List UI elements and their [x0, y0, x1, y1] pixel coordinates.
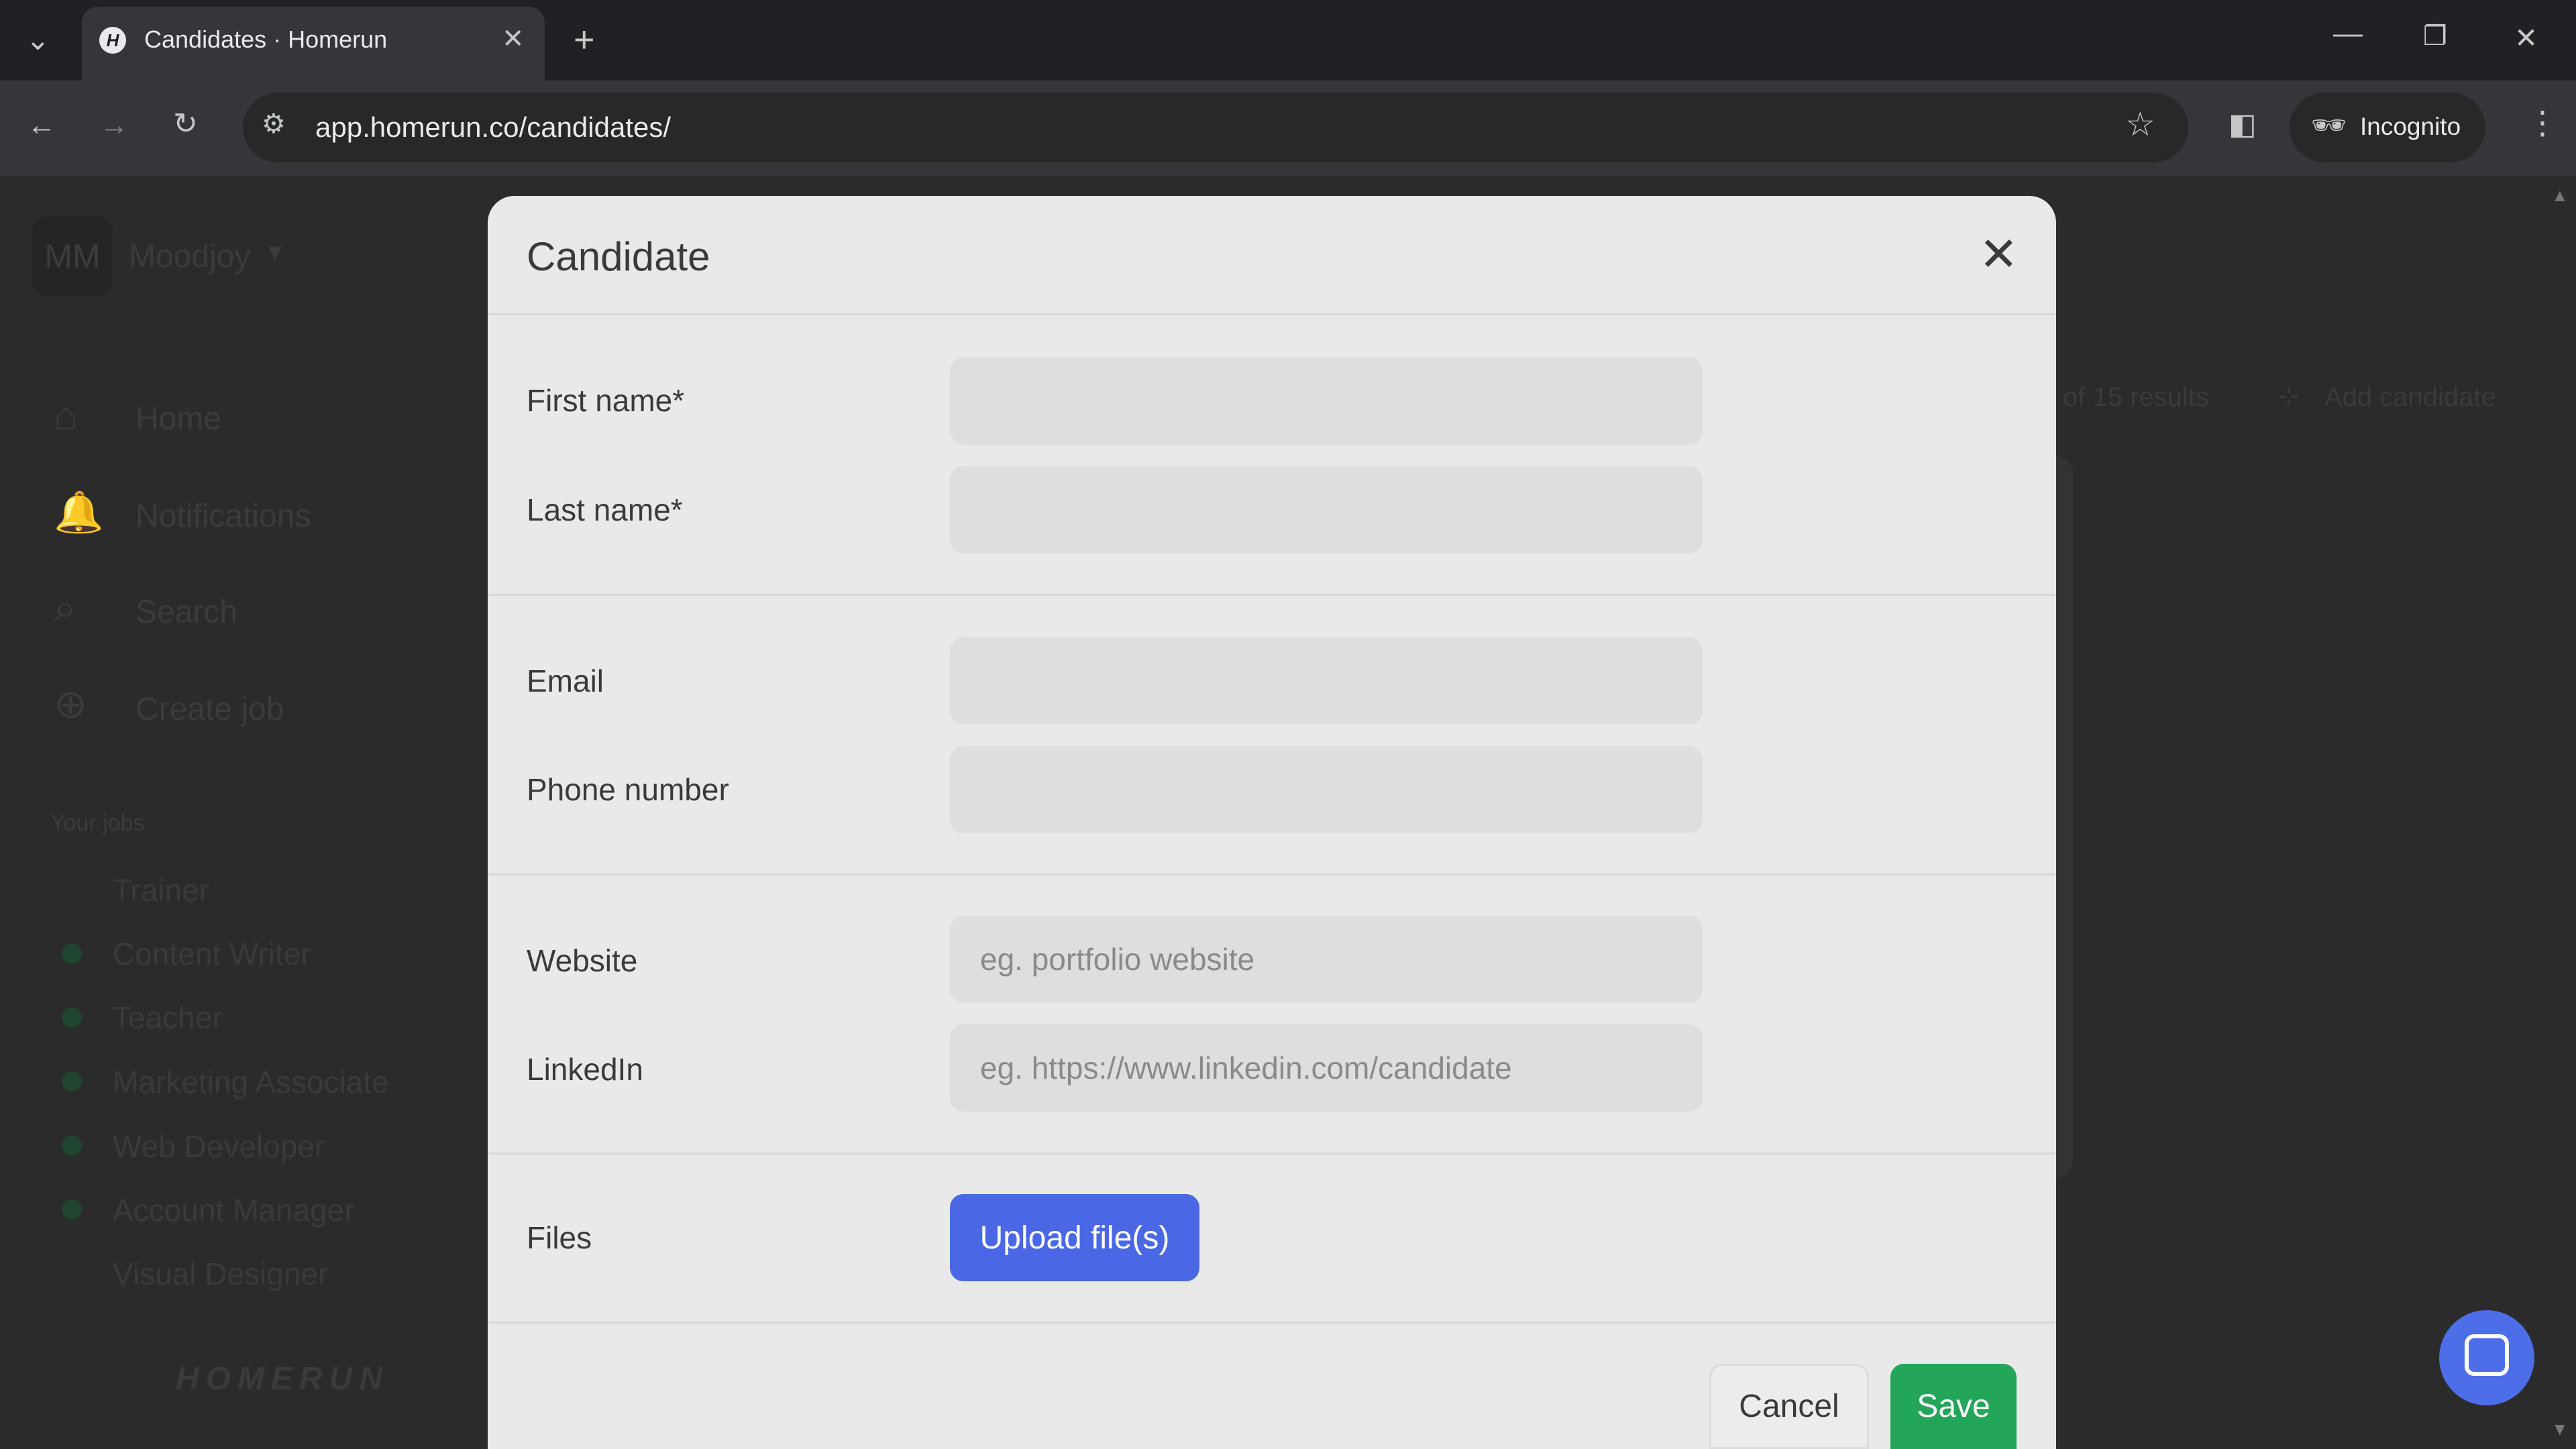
background-card-edge: [2054, 456, 2073, 1177]
job-status-dot: [62, 944, 82, 964]
job-item[interactable]: Content Writer: [113, 936, 311, 972]
linkedin-label: LinkedIn: [527, 1052, 643, 1087]
bookmark-star-icon[interactable]: ☆: [2125, 107, 2155, 141]
scroll-up-icon[interactable]: ▲: [2551, 185, 2569, 206]
cancel-button[interactable]: Cancel: [1709, 1364, 1869, 1449]
files-label: Files: [527, 1220, 592, 1255]
tab-title: Candidates · Homerun: [144, 25, 388, 53]
job-item[interactable]: Account Manager: [113, 1192, 355, 1228]
minimize-icon[interactable]: —: [2333, 19, 2363, 48]
site-settings-icon[interactable]: ⚙: [262, 111, 286, 138]
page-scrollbar[interactable]: [2544, 176, 2576, 1449]
new-tab-icon[interactable]: +: [574, 21, 595, 58]
add-candidate-icon: ⊹: [2277, 382, 2300, 411]
close-tab-icon[interactable]: ✕: [502, 25, 525, 52]
close-window-icon[interactable]: ✕: [2514, 24, 2538, 52]
section-divider: [488, 594, 2056, 596]
url-text[interactable]: app.homerun.co/candidates/: [315, 111, 671, 144]
job-status-dot: [62, 1008, 82, 1028]
more-menu-icon[interactable]: ⋮: [2526, 107, 2559, 140]
your-jobs-label[interactable]: Your jobs: [50, 810, 145, 837]
phone-field[interactable]: [950, 746, 1703, 833]
incognito-label: Incognito: [2360, 113, 2461, 140]
job-status-dot: [62, 1071, 82, 1091]
first-name-field[interactable]: [950, 358, 1703, 445]
last-name-field[interactable]: [950, 466, 1703, 553]
sidebar-item-create-job[interactable]: Create job: [136, 691, 284, 728]
sidebar-item-notifications[interactable]: Notifications: [136, 498, 311, 535]
job-status-dot: [62, 1199, 82, 1220]
job-item[interactable]: Teacher: [113, 1000, 223, 1036]
bell-icon: 🔔: [54, 490, 104, 535]
section-divider: [488, 1152, 2056, 1155]
modal-divider: [488, 313, 2056, 315]
modal-title: Candidate: [527, 234, 710, 279]
reload-icon[interactable]: ↻: [173, 109, 198, 139]
plus-circle-icon: ⊕: [54, 682, 88, 727]
sidebar-item-search[interactable]: Search: [136, 594, 237, 631]
section-divider: [488, 873, 2056, 875]
footer-divider: [488, 1322, 2056, 1324]
email-label: Email: [527, 663, 604, 698]
chat-bubble-icon: [2465, 1334, 2509, 1376]
restore-window-icon[interactable]: ❐: [2423, 23, 2447, 50]
incognito-icon: 🕶: [2311, 109, 2347, 141]
website-field[interactable]: [950, 916, 1703, 1003]
results-count: of 15 results: [2063, 382, 2209, 412]
tab-search-chevron-icon[interactable]: ⌄: [25, 25, 50, 55]
scroll-down-icon[interactable]: ▼: [2551, 1419, 2569, 1440]
home-icon: ⌂: [54, 393, 78, 438]
chat-launcher-button[interactable]: [2439, 1310, 2534, 1405]
add-candidate-button[interactable]: Add candidate: [2324, 382, 2496, 413]
forward-icon[interactable]: →: [99, 111, 129, 140]
last-name-label: Last name*: [527, 492, 683, 527]
phone-label: Phone number: [527, 772, 729, 807]
close-icon[interactable]: ✕: [1979, 231, 2019, 278]
homerun-favicon-icon: H: [99, 27, 126, 54]
job-item[interactable]: Trainer: [113, 872, 209, 908]
homerun-logo: HOMERUN: [176, 1361, 389, 1397]
website-label: Website: [527, 943, 638, 978]
workspace-chevron-icon[interactable]: ▾: [268, 236, 282, 267]
save-button[interactable]: Save: [1890, 1364, 2017, 1449]
job-item[interactable]: Web Developer: [113, 1128, 325, 1165]
job-status-dot: [62, 1136, 82, 1156]
back-icon[interactable]: ←: [27, 111, 56, 140]
search-icon: ⌕: [54, 586, 76, 631]
first-name-label: First name*: [527, 383, 685, 418]
email-field[interactable]: [950, 637, 1703, 724]
sidebar-item-home[interactable]: Home: [136, 400, 221, 437]
workspace-avatar[interactable]: MM: [32, 216, 113, 297]
side-panel-icon[interactable]: ◧: [2229, 110, 2257, 140]
upload-files-button[interactable]: Upload file(s): [950, 1194, 1199, 1281]
job-item[interactable]: Marketing Associate: [113, 1064, 389, 1100]
workspace-name[interactable]: Moodjoy: [129, 238, 250, 275]
linkedin-field[interactable]: [950, 1024, 1703, 1112]
job-item[interactable]: Visual Designer: [113, 1256, 328, 1292]
